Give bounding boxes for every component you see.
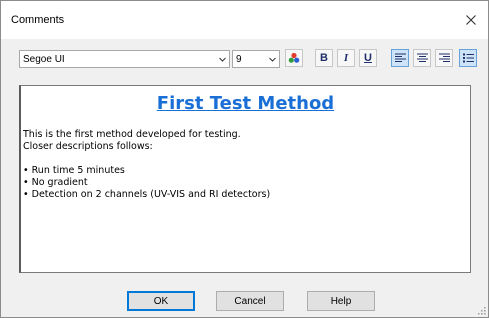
paragraph-line: This is the first method developed for t… (23, 129, 241, 140)
ok-button[interactable]: OK (127, 291, 195, 311)
document-body: This is the first method developed for t… (23, 129, 270, 201)
align-center-button[interactable] (413, 49, 431, 67)
align-right-button[interactable] (435, 49, 453, 67)
underline-button[interactable]: U (359, 49, 377, 67)
align-left-icon (394, 53, 406, 62)
bullet-item: • No gradient (23, 177, 88, 188)
title-bar: Comments (1, 1, 488, 39)
font-size-select[interactable]: 9 (232, 50, 280, 68)
font-family-select[interactable]: Segoe UI (19, 50, 230, 68)
align-right-icon (438, 53, 450, 62)
align-center-icon (416, 53, 428, 62)
text-color-button[interactable] (285, 49, 303, 67)
italic-button[interactable]: I (337, 49, 355, 67)
bullet-item: • Run time 5 minutes (23, 165, 125, 176)
bold-button[interactable]: B (315, 49, 333, 67)
bullet-item: • Detection on 2 channels (UV-VIS and RI… (23, 189, 271, 200)
dialog-title: Comments (11, 14, 65, 26)
bullet-list-button[interactable] (459, 49, 477, 67)
close-icon (466, 15, 476, 25)
formatting-toolbar: Segoe UI 9 B I U (1, 39, 488, 85)
paragraph-line: Closer descriptions follows: (23, 141, 153, 152)
resize-grip-icon[interactable] (476, 305, 486, 315)
bullet-list-icon (462, 53, 474, 63)
document-heading: First Test Method (156, 93, 335, 114)
font-family-value: Segoe UI (23, 54, 65, 65)
comments-dialog: Comments Segoe UI 9 B I U First Test Met… (0, 0, 489, 318)
font-size-value: 9 (236, 54, 242, 65)
help-button[interactable]: Help (307, 291, 375, 311)
chevron-down-icon (269, 57, 276, 62)
cancel-button[interactable]: Cancel (216, 291, 284, 311)
close-button[interactable] (454, 1, 488, 39)
align-left-button[interactable] (391, 49, 409, 67)
chevron-down-icon (219, 57, 226, 62)
comment-editor[interactable]: First Test Method This is the first meth… (19, 85, 471, 273)
color-palette-icon (288, 52, 300, 63)
